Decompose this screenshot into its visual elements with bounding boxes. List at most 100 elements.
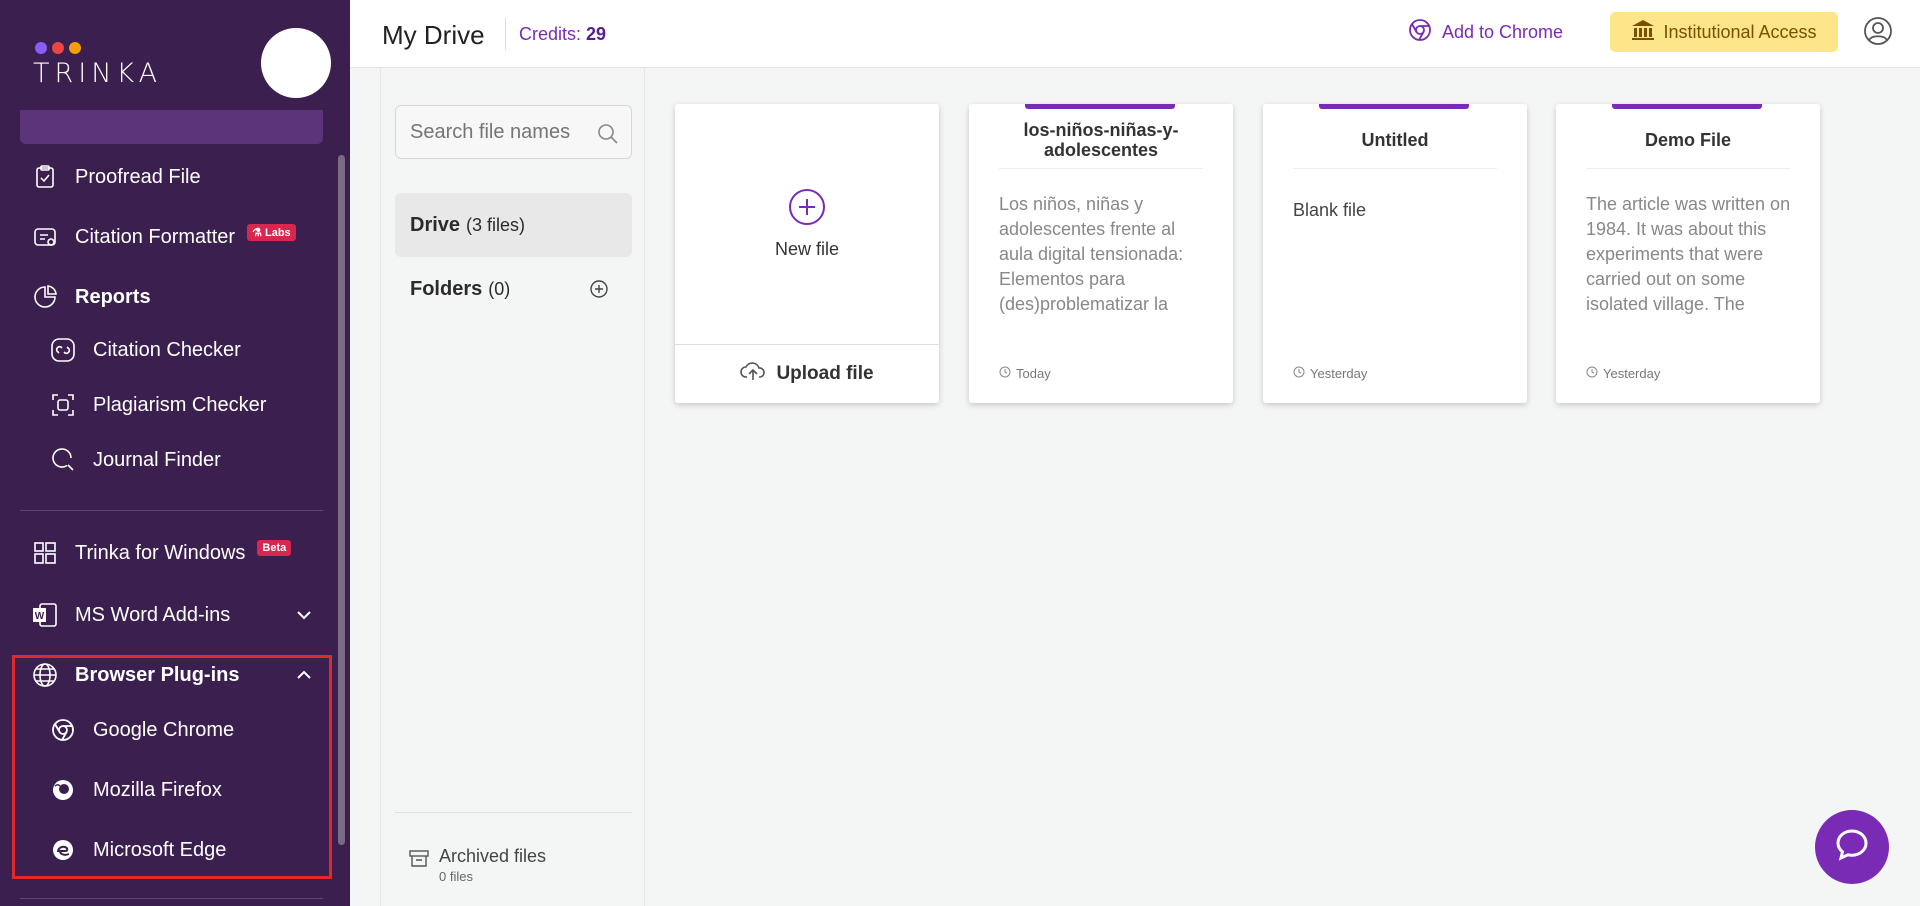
upload-file-label: Upload file <box>776 363 874 384</box>
sidebar-item-citation-checker[interactable]: Citation Checker <box>48 335 241 365</box>
archive-icon <box>409 848 429 884</box>
trinka-logo[interactable]: TRINKA <box>33 42 162 89</box>
word-icon: W <box>30 600 60 630</box>
drive-nav-item[interactable]: Drive (3 files) <box>395 193 632 257</box>
file-title: Untitled <box>1361 130 1429 150</box>
plagiarism-icon <box>48 390 78 420</box>
highlight-box <box>12 655 332 879</box>
sidebar-item-proofread-file[interactable]: Proofread File <box>30 162 201 192</box>
archived-label: Archived files <box>439 846 547 866</box>
sidebar-item-citation-formatter[interactable]: Citation Formatter ⚗ Labs <box>30 222 296 252</box>
sidebar-item-label: Plagiarism Checker <box>93 393 267 416</box>
file-title: los-niños-niñas-y-adolescentes <box>1023 120 1179 160</box>
sidebar-divider <box>20 510 323 511</box>
logo-text: TRINKA <box>33 58 163 89</box>
plus-circle-icon <box>788 188 826 231</box>
search-icon[interactable] <box>597 123 619 150</box>
panel-divider <box>395 812 632 813</box>
card-divider <box>999 168 1203 169</box>
archived-count: 0 files <box>439 869 473 884</box>
windows-icon <box>30 538 60 568</box>
credits-label: Credits: <box>519 24 582 44</box>
card-divider <box>1293 168 1497 169</box>
file-date-label: Yesterday <box>1310 366 1368 381</box>
folders-nav-item[interactable]: Folders (0) <box>410 278 510 301</box>
citation-checker-icon <box>48 335 78 365</box>
upload-cloud-icon <box>740 360 766 388</box>
card-divider <box>1586 168 1790 169</box>
add-to-chrome-label: Add to Chrome <box>1442 22 1564 42</box>
drive-file-count: (3 files) <box>466 214 526 235</box>
file-card[interactable]: Demo File The article was written on 198… <box>1556 104 1820 403</box>
chat-button[interactable] <box>1815 810 1889 884</box>
search-box[interactable] <box>395 105 632 159</box>
institutional-access-button[interactable]: Institutional Access <box>1610 12 1838 52</box>
clock-icon <box>999 366 1011 381</box>
chat-icon <box>1834 827 1870 868</box>
sidebar-item-reports[interactable]: Reports <box>30 282 151 312</box>
institutional-access-label: Institutional Access <box>1663 21 1817 42</box>
new-file-button[interactable]: New file <box>675 104 939 344</box>
credits-value: 29 <box>586 24 607 44</box>
file-card[interactable]: los-niños-niñas-y-adolescentes Los niños… <box>969 104 1233 403</box>
user-profile-icon[interactable] <box>1863 16 1893 51</box>
sidebar-item-label: Citation Formatter <box>75 225 236 248</box>
search-input[interactable] <box>410 120 590 144</box>
logo-dots <box>35 42 162 54</box>
citation-formatter-icon <box>30 222 60 252</box>
beta-badge: Beta <box>257 540 292 556</box>
reports-icon <box>30 282 60 312</box>
sidebar-item-label: MS Word Add-ins <box>75 603 231 626</box>
avatar[interactable] <box>261 28 331 98</box>
title-divider <box>505 18 506 50</box>
sidebar-item-trinka-for-windows[interactable]: Trinka for Windows Beta <box>30 538 292 568</box>
sidebar-item-journal-finder[interactable]: Journal Finder <box>48 445 221 475</box>
page-title: My Drive <box>382 20 485 50</box>
sidebar-item-plagiarism-checker[interactable]: Plagiarism Checker <box>48 390 266 420</box>
credits-display: Credits: 29 <box>519 24 606 45</box>
file-title: Demo File <box>1644 130 1732 150</box>
drive-label: Drive <box>410 213 461 236</box>
sidebar-divider <box>20 898 323 899</box>
new-file-label: New file <box>774 239 840 259</box>
sidebar-item-ms-word-addins[interactable]: W MS Word Add-ins <box>30 600 230 630</box>
chevron-down-icon[interactable] <box>296 607 312 623</box>
file-date: Yesterday <box>1293 366 1367 381</box>
sidebar-item-label: Journal Finder <box>93 448 221 471</box>
card-tab <box>1025 104 1175 109</box>
institution-icon <box>1631 19 1655 46</box>
sidebar-item-label: Proofread File <box>75 165 201 188</box>
add-folder-icon[interactable] <box>589 279 609 304</box>
add-to-chrome-link[interactable]: Add to Chrome <box>1408 18 1563 47</box>
file-preview: Los niños, niñas y adolescentes frente a… <box>999 194 1184 314</box>
file-date: Yesterday <box>1586 366 1660 381</box>
clock-icon <box>1586 366 1598 381</box>
file-date-label: Yesterday <box>1603 366 1661 381</box>
card-tab <box>1319 104 1469 109</box>
top-bar: My Drive Credits: 29 Add to Chrome Insti… <box>350 0 1920 68</box>
file-date: Today <box>999 366 1051 381</box>
folders-count: (0) <box>488 279 511 299</box>
new-file-card: New file Upload file <box>675 104 939 403</box>
file-card[interactable]: Untitled Blank file Yesterday <box>1263 104 1527 403</box>
clipboard-check-icon <box>30 162 60 192</box>
file-date-label: Today <box>1016 366 1051 381</box>
drive-panel: Drive (3 files) Folders (0) Archived fil… <box>380 68 645 906</box>
sidebar-scrollbar[interactable] <box>338 155 345 845</box>
sidebar-item-label: Citation Checker <box>93 338 241 361</box>
sidebar-item-active[interactable] <box>20 110 323 144</box>
file-preview: Blank file <box>1293 200 1367 220</box>
svg-text:W: W <box>35 611 45 622</box>
clock-icon <box>1293 366 1305 381</box>
sidebar-item-label: Reports <box>75 285 151 308</box>
sidebar: TRINKA Proofread File Citation Formatter… <box>0 0 350 906</box>
sidebar-item-label: Trinka for Windows <box>75 541 246 564</box>
file-preview: The article was written on 1984. It was … <box>1586 194 1791 314</box>
journal-finder-icon <box>48 445 78 475</box>
labs-badge: ⚗ Labs <box>247 223 296 241</box>
upload-file-button[interactable]: Upload file <box>675 344 939 403</box>
folders-label: Folders <box>410 278 483 300</box>
chrome-icon <box>1408 18 1432 47</box>
archived-files[interactable]: Archived files 0 files <box>409 846 546 884</box>
card-tab <box>1612 104 1762 109</box>
